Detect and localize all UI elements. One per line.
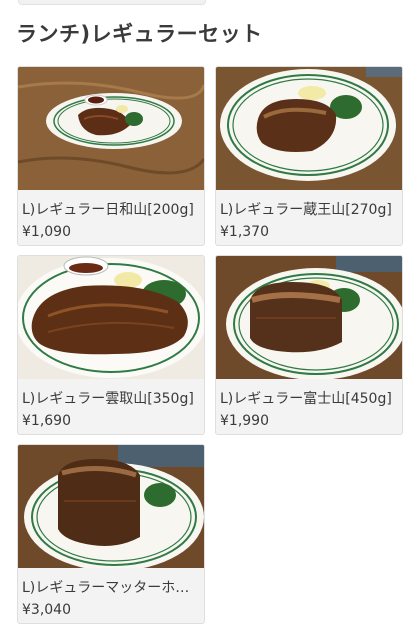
menu-item-price: ¥1,690 [22, 413, 71, 429]
menu-item-name: L)レギュラーマッターホ… [22, 580, 190, 596]
menu-item-card[interactable]: L)レギュラー日和山[200g] ¥1,090 [17, 66, 205, 246]
section-title: ランチ)レギュラーセット [16, 22, 263, 46]
steak-small-plate-photo [18, 67, 204, 190]
menu-item-name: L)レギュラー蔵王山[270g] [220, 202, 392, 218]
menu-item-name: L)レギュラー雲取山[350g] [22, 391, 194, 407]
steak-plate-photo [216, 67, 402, 190]
menu-item-card[interactable]: L)レギュラーマッターホ… ¥3,040 [17, 444, 205, 624]
menu-grid: L)レギュラー日和山[200g] ¥1,090 L)レギュラー蔵王山[270g]… [17, 66, 403, 624]
steak-large-plate-photo [18, 256, 204, 379]
menu-item-card[interactable]: L)レギュラー富士山[450g] ¥1,990 [215, 255, 403, 435]
menu-item-card[interactable]: L)レギュラー雲取山[350g] ¥1,690 [17, 255, 205, 435]
menu-item-price: ¥1,990 [220, 413, 269, 429]
menu-item-name: L)レギュラー富士山[450g] [220, 391, 392, 407]
previous-card-edge [18, 0, 206, 5]
steak-tall-plate-photo [18, 445, 204, 568]
menu-item-card[interactable]: L)レギュラー蔵王山[270g] ¥1,370 [215, 66, 403, 246]
steak-thick-plate-photo [216, 256, 402, 379]
menu-item-price: ¥1,090 [22, 224, 71, 240]
menu-item-name: L)レギュラー日和山[200g] [22, 202, 194, 218]
menu-item-price: ¥1,370 [220, 224, 269, 240]
menu-item-price: ¥3,040 [22, 602, 71, 618]
